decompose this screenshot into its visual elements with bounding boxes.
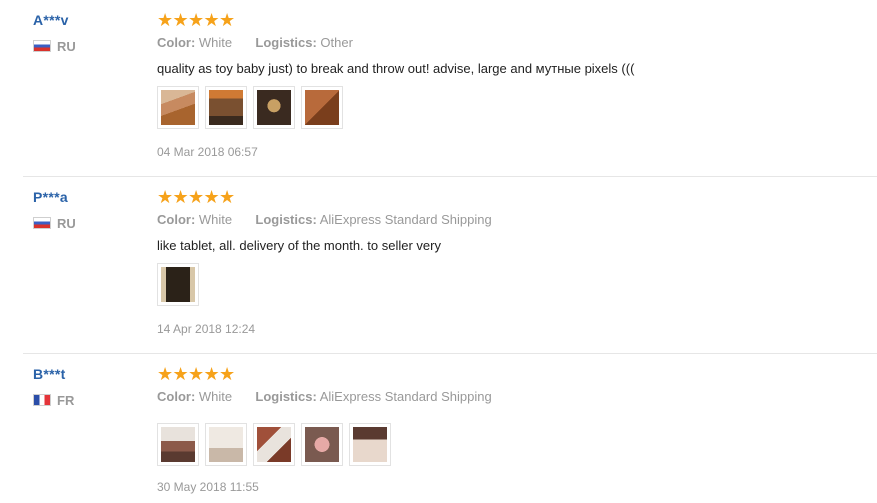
order-attributes: Color: White Logistics: Other [157,35,353,50]
star-icon: ★ [188,10,205,30]
review-item: A***v RU ★ ★ ★ ★ ★ Color: White Logistic… [0,0,877,176]
star-icon: ★ [203,187,220,207]
review-text: quality as toy baby just) to break and t… [157,61,635,76]
review-item: B***t FR ★ ★ ★ ★ ★ Color: White Logistic… [0,354,877,503]
star-rating: ★ ★ ★ ★ ★ [157,363,235,385]
star-icon: ★ [157,187,174,207]
country-code: RU [57,215,76,231]
star-icon: ★ [219,187,236,207]
country-code: FR [57,392,75,408]
star-rating: ★ ★ ★ ★ ★ [157,186,235,208]
russia-flag-icon [33,40,51,52]
color-label: Color: [157,212,196,227]
review-photo-thumbnail[interactable] [205,86,247,129]
review-photo-thumbnail[interactable] [253,86,295,129]
country-code: RU [57,38,76,54]
reviewer-name[interactable]: A***v [33,12,69,28]
reviewer-name[interactable]: P***a [33,189,68,205]
star-icon: ★ [203,10,220,30]
review-photo-thumbnail[interactable] [301,423,343,466]
russia-flag-icon [33,217,51,229]
star-icon: ★ [172,10,189,30]
reviewer-country: RU [33,38,76,54]
star-icon: ★ [219,10,236,30]
logistics-value: AliExpress Standard Shipping [319,212,492,227]
order-attributes: Color: White Logistics: AliExpress Stand… [157,212,492,227]
color-value: White [198,35,233,50]
color-label: Color: [157,389,196,404]
order-attributes: Color: White Logistics: AliExpress Stand… [157,389,492,404]
review-photo-thumbnail[interactable] [205,423,247,466]
logistics-value: AliExpress Standard Shipping [319,389,492,404]
review-photo-thumbnail[interactable] [157,263,199,306]
review-photo-thumbnail[interactable] [157,423,199,466]
star-icon: ★ [188,187,205,207]
review-date: 14 Apr 2018 12:24 [157,322,256,336]
review-date: 04 Mar 2018 06:57 [157,145,258,159]
review-text: like tablet, all. delivery of the month.… [157,238,441,253]
star-icon: ★ [157,364,174,384]
france-flag-icon [33,394,51,406]
review-photo-thumbnail[interactable] [349,423,391,466]
star-icon: ★ [203,364,220,384]
logistics-label: Logistics: [255,389,317,404]
color-value: White [198,212,233,227]
logistics-label: Logistics: [255,35,317,50]
star-icon: ★ [188,364,205,384]
review-photo-thumbnail[interactable] [157,86,199,129]
color-label: Color: [157,35,196,50]
reviewer-country: RU [33,215,76,231]
reviewer-country: FR [33,392,74,408]
logistics-label: Logistics: [255,212,317,227]
review-photo-thumbnail[interactable] [301,86,343,129]
review-photos [157,423,391,466]
review-date: 30 May 2018 11:55 [157,480,259,494]
reviewer-name[interactable]: B***t [33,366,66,382]
color-value: White [198,389,233,404]
review-item: P***a RU ★ ★ ★ ★ ★ Color: White Logistic… [0,177,877,353]
review-photos [157,86,343,129]
star-rating: ★ ★ ★ ★ ★ [157,9,235,31]
star-icon: ★ [157,10,174,30]
star-icon: ★ [219,364,236,384]
star-icon: ★ [172,187,189,207]
logistics-value: Other [320,35,353,50]
review-photo-thumbnail[interactable] [253,423,295,466]
review-photos [157,263,199,306]
star-icon: ★ [172,364,189,384]
